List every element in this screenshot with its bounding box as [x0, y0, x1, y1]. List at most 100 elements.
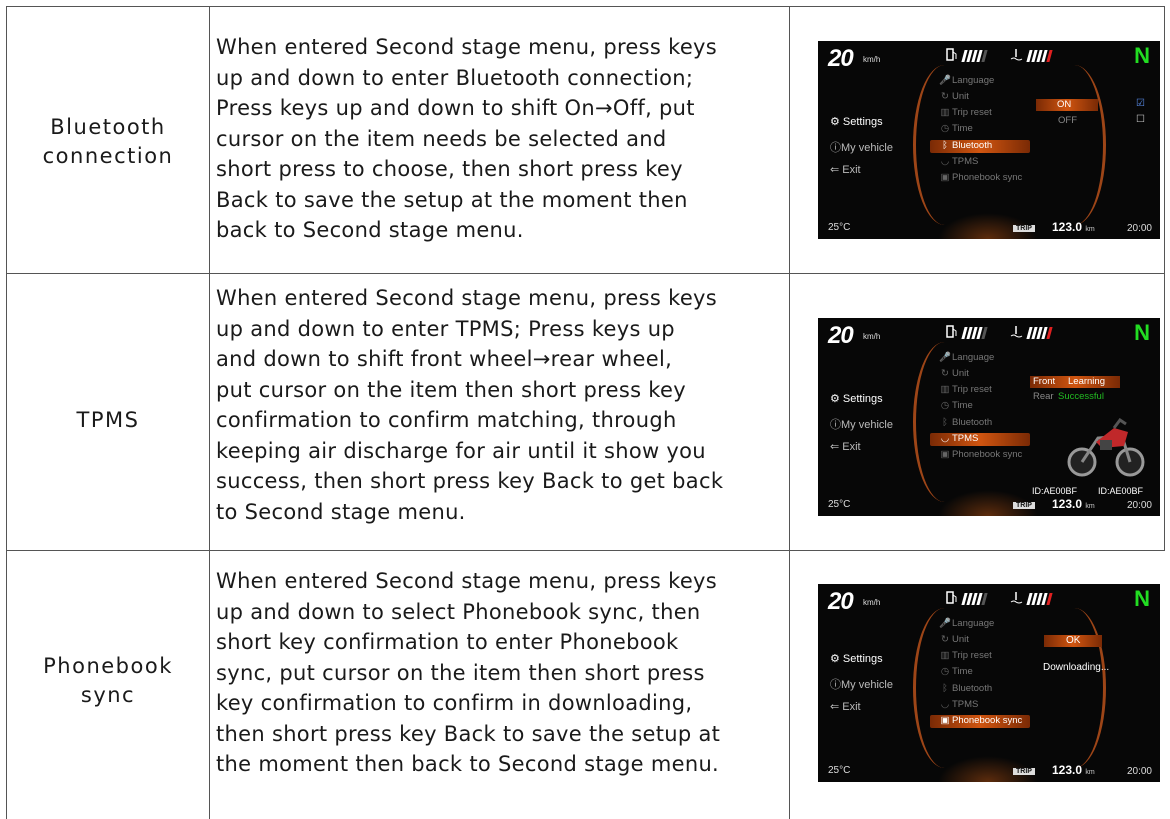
tpms-front-label: Front — [1033, 376, 1056, 387]
desc-line: short key confirmation to enter Phoneboo… — [216, 630, 679, 654]
table-border-top — [6, 6, 1164, 7]
menu-item-language: 🎤Language — [939, 75, 995, 86]
coolant-temp-icon — [1010, 592, 1023, 604]
option-on: ON — [1057, 99, 1072, 110]
desc-line: When entered Second stage menu, press ke… — [216, 569, 718, 593]
menu-item-label: Language — [952, 75, 995, 86]
menu-item-label: Phonebook sync — [952, 449, 1023, 460]
speed-unit: km/h — [863, 332, 881, 341]
desc-line: and down to shift front wheel→rear wheel… — [216, 347, 673, 371]
menu-item-time: ◷ Time — [940, 400, 973, 411]
trip-value: 123.0 — [1052, 763, 1083, 777]
menu-item-label: Bluetooth — [952, 140, 993, 151]
desc-line: Back to save the setup at the moment the… — [216, 187, 688, 212]
trip-unit: km — [1085, 769, 1095, 776]
menu-my-vehicle: ⓘMy vehicle — [830, 679, 893, 691]
menu-label: Settings — [842, 653, 883, 665]
gear-indicator: N — [1134, 43, 1150, 68]
fuel-gauge — [961, 326, 988, 339]
desc-line: then short press key Back to save the se… — [216, 721, 721, 746]
desc-line: short press to choose, then short press … — [216, 157, 683, 181]
menu-item-label: Time — [952, 666, 973, 677]
menu-label: Settings — [842, 393, 883, 405]
tpms-rear-status: Successful — [1058, 391, 1104, 402]
trip-distance: 123.0 km — [1052, 763, 1095, 777]
clock: 20:00 — [1126, 500, 1152, 511]
menu-item-label: Time — [952, 123, 973, 134]
ambient-temp: 25°C — [828, 222, 851, 233]
row-label-phonebook: Phonebook sync — [7, 652, 209, 710]
menu-exit: ⇐ Exit — [830, 701, 861, 713]
fuel-icon — [946, 48, 957, 61]
menu-settings: ⚙ Settings — [830, 653, 883, 665]
desc-line: back to Second stage menu. — [216, 218, 524, 242]
speed-value: 20 — [828, 322, 854, 349]
row-description-tpms: When entered Second stage menu, press ke… — [216, 283, 791, 527]
menu-my-vehicle: ⓘMy vehicle — [830, 419, 893, 431]
desc-line: up and down to select Phonebook sync, th… — [216, 599, 701, 624]
clock: 20:00 — [1126, 223, 1152, 234]
label-line: Bluetooth — [50, 115, 166, 139]
menu-item-label: Bluetooth — [952, 417, 993, 428]
menu-exit: ⇐ Exit — [830, 164, 861, 176]
row-label-bluetooth: Bluetooth connection — [7, 113, 209, 171]
menu-item-label: Phonebook sync — [952, 715, 1023, 726]
menu-item-trip-reset: ▥ Trip reset — [940, 650, 992, 661]
fuel-gauge — [961, 592, 988, 605]
menu-item-label: TPMS — [952, 156, 979, 167]
row-divider — [6, 550, 1164, 551]
ambient-temp: 25°C — [828, 499, 851, 510]
menu-item-label: Time — [952, 400, 973, 411]
coolant-temp-icon — [1010, 326, 1023, 338]
menu-item-unit: ↻ Unit — [941, 91, 969, 102]
menu-item-label: Bluetooth — [952, 683, 993, 694]
gear-indicator: N — [1134, 586, 1150, 611]
fuel-gauge — [961, 49, 988, 62]
coolant-gauge — [1026, 49, 1053, 62]
trip-badge: TRIP — [1013, 225, 1035, 232]
label-line: connection — [42, 144, 174, 168]
menu-label: My vehicle — [841, 679, 893, 691]
row-description-bluetooth: When entered Second stage menu, press ke… — [216, 32, 791, 246]
clock: 20:00 — [1126, 766, 1152, 777]
gear-indicator: N — [1134, 320, 1150, 345]
desc-line: put cursor on the item then short press … — [216, 377, 686, 402]
menu-item-label: Trip reset — [952, 650, 992, 661]
column-divider — [209, 6, 210, 819]
menu-item-bluetooth: ᛒ Bluetooth — [942, 140, 993, 151]
menu-item-phonebook: ▣ Phonebook sync — [940, 449, 1023, 460]
table-border-right — [1164, 6, 1165, 551]
speed-unit: km/h — [863, 55, 881, 64]
ok-option: OK — [1066, 635, 1081, 646]
fuel-icon — [946, 325, 957, 338]
menu-item-label: Trip reset — [952, 384, 992, 395]
trip-value: 123.0 — [1052, 220, 1083, 234]
menu-item-label: Unit — [952, 368, 969, 379]
menu-item-label: Unit — [952, 91, 969, 102]
menu-item-label: Language — [952, 618, 995, 629]
trip-unit: km — [1085, 226, 1095, 233]
speed-unit: km/h — [863, 598, 881, 607]
speed-value: 20 — [828, 588, 854, 615]
menu-item-language: 🎤Language — [939, 352, 995, 363]
tpms-front-status: Learning — [1068, 376, 1105, 387]
menu-item-tpms: ◡ TPMS — [940, 433, 979, 444]
menu-label: Exit — [842, 441, 861, 453]
menu-item-time: ◷ Time — [940, 123, 973, 134]
menu-exit: ⇐ Exit — [830, 441, 861, 453]
menu-label: Settings — [842, 116, 883, 128]
downloading-status: Downloading... — [1043, 662, 1110, 673]
desc-line: up and down to enter TPMS; Press keys up — [216, 316, 675, 341]
label-line: Phonebook — [43, 654, 173, 678]
trip-distance: 123.0 km — [1052, 497, 1095, 511]
menu-item-bluetooth: ᛒ Bluetooth — [942, 683, 993, 694]
menu-item-language: 🎤Language — [939, 618, 995, 629]
desc-line: key confirmation to confirm in downloadi… — [216, 691, 693, 715]
menu-label: Exit — [842, 701, 861, 713]
dashboard-screen-bluetooth: 20 km/h N ⚙ Settings ⓘMy vehicle ⇐ Exit … — [818, 41, 1160, 239]
desc-line: confirmation to confirm matching, throug… — [216, 408, 677, 432]
menu-item-label: TPMS — [952, 699, 979, 710]
arc-decoration — [1043, 608, 1106, 768]
menu-item-tpms: ◡ TPMS — [940, 699, 979, 710]
motorcycle-icon — [1067, 418, 1145, 477]
